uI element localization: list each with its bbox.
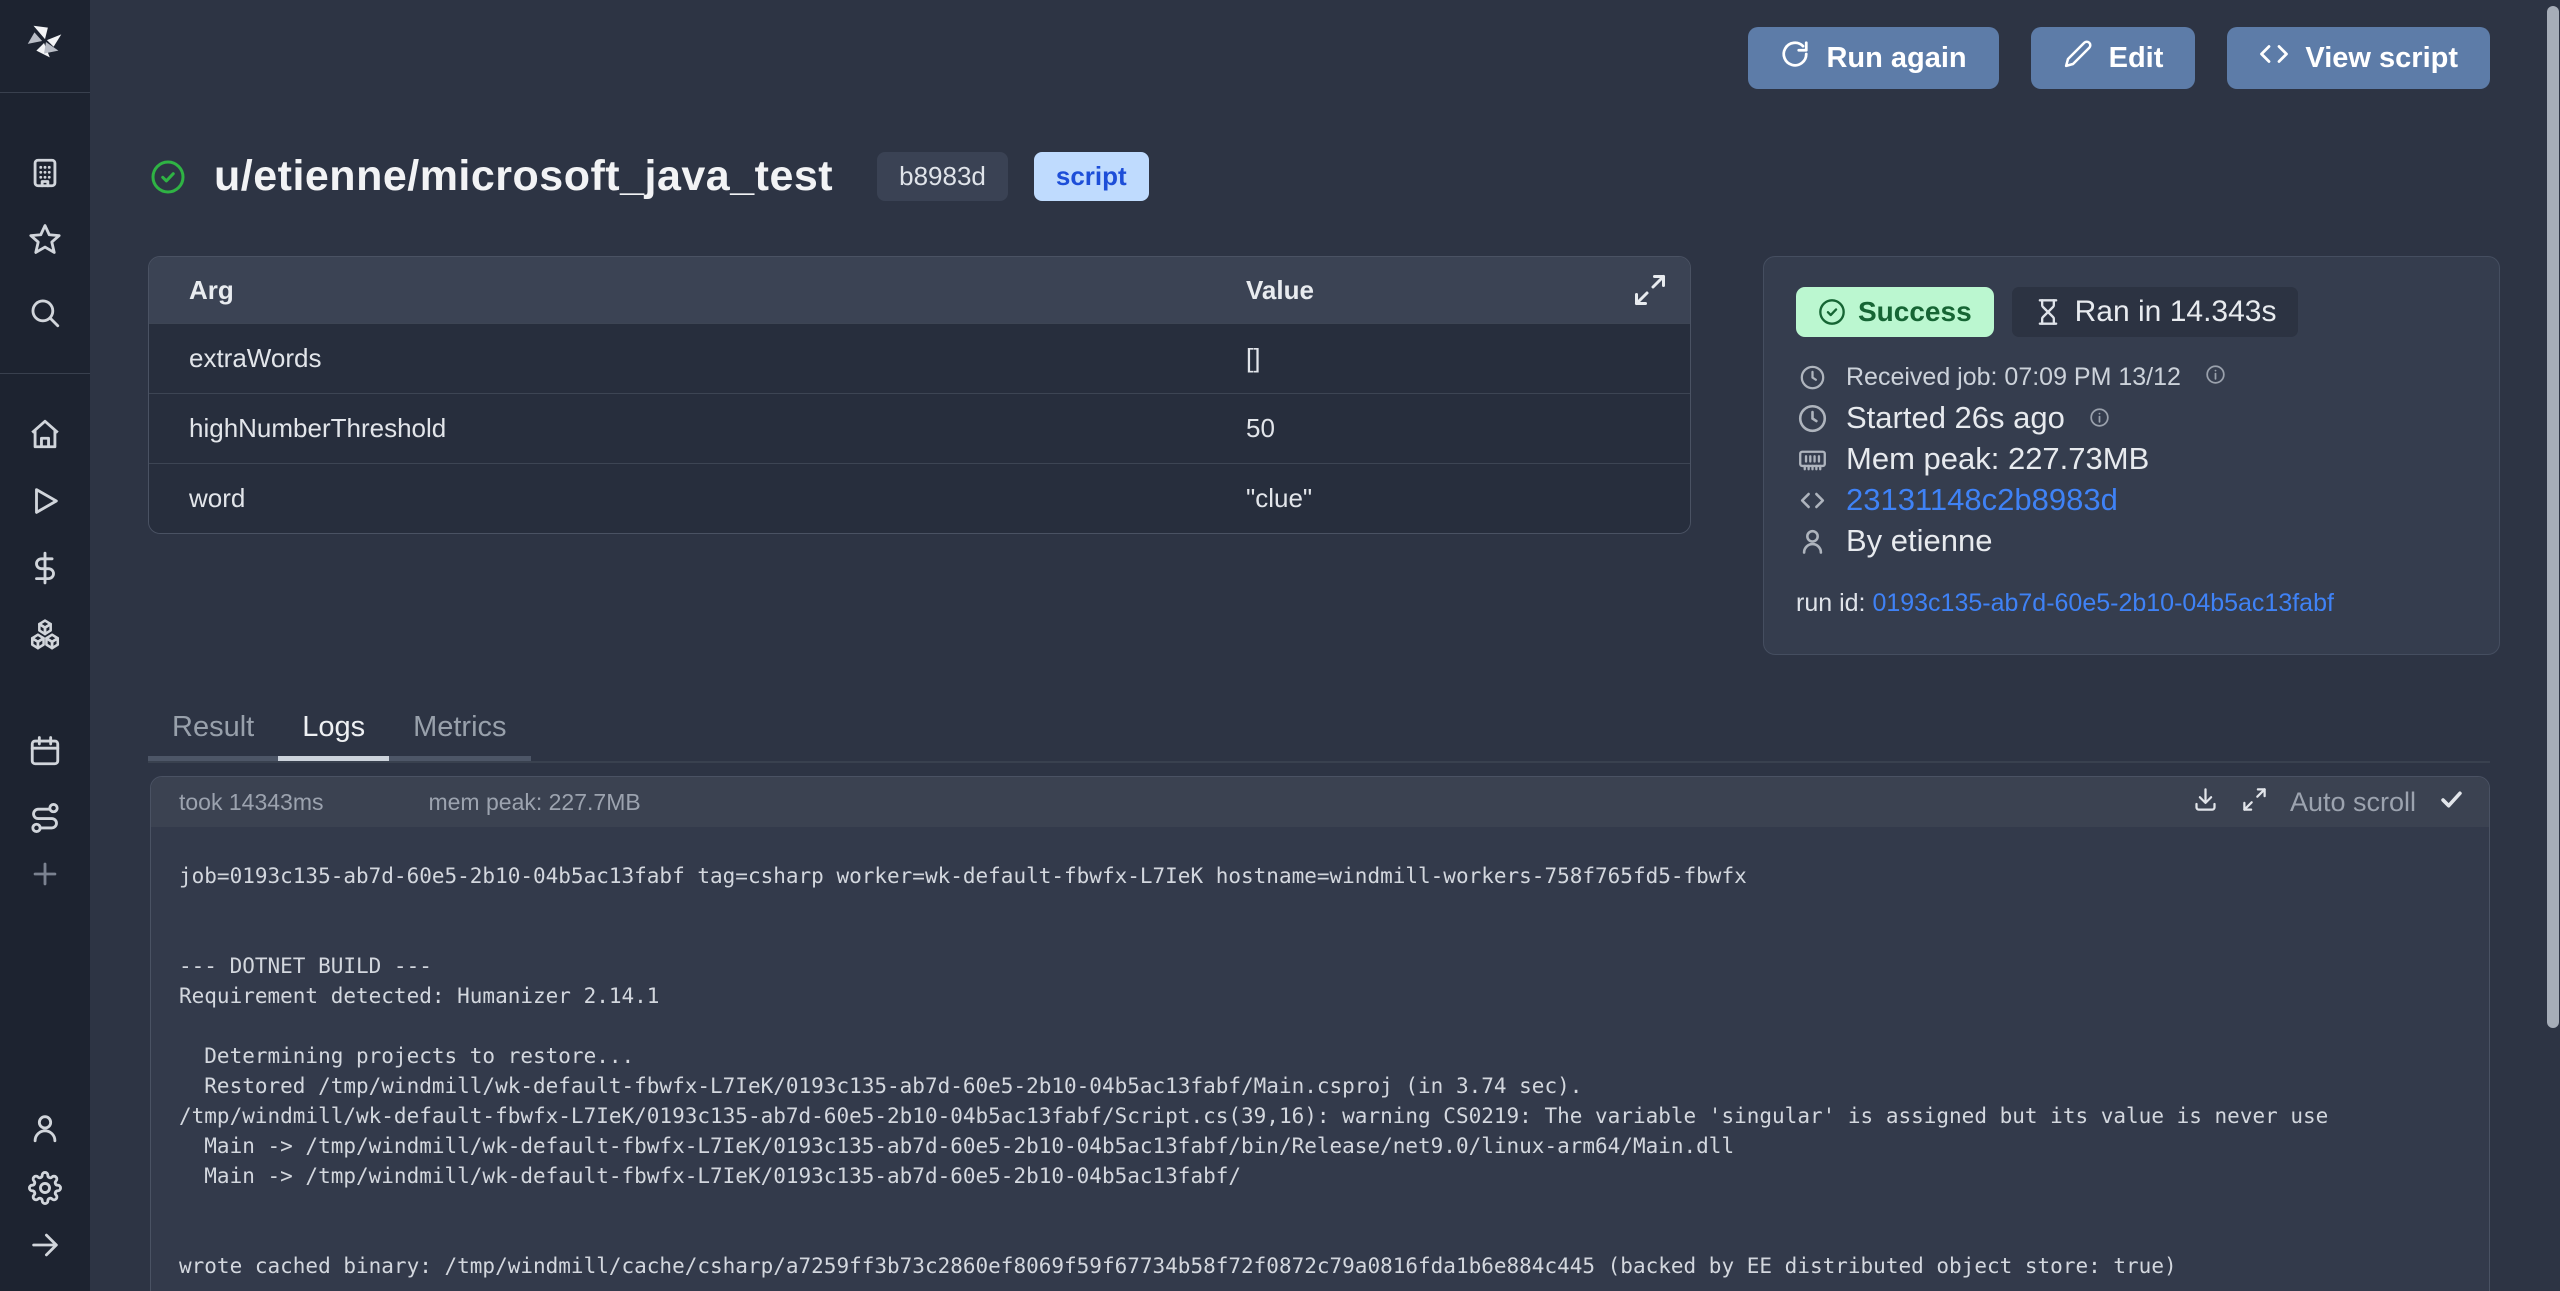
user-icon[interactable] [0,1108,90,1148]
user-icon [1796,526,1828,557]
variables-dollar-icon[interactable] [0,548,90,588]
routes-icon[interactable] [0,798,90,838]
args-table-header: Arg Value [149,257,1690,323]
hash-badge: b8983d [877,152,1008,201]
table-row: word "clue" [149,463,1690,533]
status-badge: Success [1796,287,1994,337]
table-row: highNumberThreshold 50 [149,393,1690,463]
schedules-calendar-icon[interactable] [0,731,90,771]
args-table: Arg Value extraWords [] highNumberThresh… [148,256,1691,534]
status-label: Success [1858,296,1972,328]
windmill-logo[interactable] [0,14,90,70]
arg-value: [] [1246,343,1690,374]
value-column-header: Value [1246,275,1690,306]
run-id-row: run id: 0193c135-ab7d-60e5-2b10-04b5ac13… [1796,589,2467,618]
log-panel: took 14343ms mem peak: 227.7MB Auto scro… [150,776,2490,1291]
code-icon [2259,39,2289,77]
script-hash-row: 23131148c2b8983d [1796,482,2467,518]
clock-icon [1796,403,1828,434]
page-title: u/etienne/microsoft_java_test [214,152,833,201]
autoscroll-checkbox[interactable] [2438,786,2465,818]
by-row: By etienne [1796,523,2467,559]
edit-button[interactable]: Edit [2031,27,2196,89]
favorites-star-icon[interactable] [0,219,90,259]
code-icon [1796,485,1828,516]
check-circle-icon [1818,298,1846,326]
sidebar-divider [0,373,90,374]
log-panel-header: took 14343ms mem peak: 227.7MB Auto scro… [151,777,2489,827]
runs-play-icon[interactable] [0,481,90,521]
run-again-label: Run again [1826,42,1966,75]
autoscroll-label: Auto scroll [2290,787,2416,818]
duration-chip: Ran in 14.343s [2012,287,2299,337]
arg-name: extraWords [149,343,1246,374]
tab-metrics[interactable]: Metrics [389,701,530,761]
status-row: Success Ran in 14.343s [1796,287,2467,337]
info-icon[interactable] [2205,363,2226,392]
title-row: u/etienne/microsoft_java_test b8983d scr… [150,152,1149,201]
arg-name: word [149,483,1246,514]
view-script-button[interactable]: View script [2227,27,2490,89]
mem-peak-row: Mem peak: 227.73MB [1796,441,2467,477]
log-mem-peak: mem peak: 227.7MB [428,789,640,816]
info-icon[interactable] [2089,400,2110,436]
check-icon [2438,786,2465,813]
view-script-label: View script [2305,42,2458,75]
memory-icon [1796,444,1828,475]
arg-value: 50 [1246,413,1690,444]
download-icon[interactable] [2192,786,2219,818]
arg-value: "clue" [1246,483,1690,514]
script-kind-badge: script [1034,152,1149,201]
edit-label: Edit [2109,42,2164,75]
received-row: Received job: 07:09 PM 13/12 [1796,363,2467,392]
received-label: Received job: 07:09 PM 13/12 [1846,363,2181,392]
settings-gear-icon[interactable] [0,1168,90,1208]
arg-name: highNumberThreshold [149,413,1246,444]
hourglass-icon [2034,298,2062,326]
arg-column-header: Arg [149,275,1246,306]
log-took: took 14343ms [179,789,323,816]
resources-boxes-icon[interactable] [0,614,90,654]
table-row: extraWords [] [149,323,1690,393]
script-hash-link[interactable]: 23131148c2b8983d [1846,482,2118,518]
log-actions: Auto scroll [2192,786,2465,818]
sidebar-divider [0,92,90,93]
started-label: Started 26s ago [1846,400,2065,436]
run-again-button[interactable]: Run again [1748,27,1998,89]
home-icon[interactable] [0,414,90,454]
clock-icon [1796,364,1828,391]
tabs-bar: Result Logs Metrics [148,701,2490,763]
expand-icon[interactable] [2241,786,2268,818]
sidebar [0,0,90,1291]
page-scrollbar-thumb[interactable] [2547,6,2559,1028]
tab-logs[interactable]: Logs [278,701,389,761]
by-label: By etienne [1846,523,1993,559]
add-plus-icon[interactable] [0,854,90,894]
tab-result[interactable]: Result [148,701,278,761]
mem-peak-label: Mem peak: 227.73MB [1846,441,2149,477]
workspace-building-icon[interactable] [0,153,90,193]
job-info-panel: Success Ran in 14.343s Received job: 07:… [1763,256,2500,655]
started-row: Started 26s ago [1796,400,2467,436]
run-id-link[interactable]: 0193c135-ab7d-60e5-2b10-04b5ac13fabf [1872,589,2334,617]
pencil-icon [2063,39,2093,77]
run-id-label: run id: [1796,589,1872,617]
windmill-run-page: Run again Edit View script u/e [0,0,2560,1291]
expand-icon[interactable] [1632,272,1668,308]
refresh-icon [1780,39,1810,77]
collapse-arrow-right-icon[interactable] [0,1225,90,1265]
duration-label: Ran in 14.343s [2075,295,2277,329]
search-icon[interactable] [0,293,90,333]
toolbar: Run again Edit View script [1748,27,2490,89]
log-content: job=0193c135-ab7d-60e5-2b10-04b5ac13fabf… [151,827,2489,1281]
success-check-circle-icon [150,159,186,195]
